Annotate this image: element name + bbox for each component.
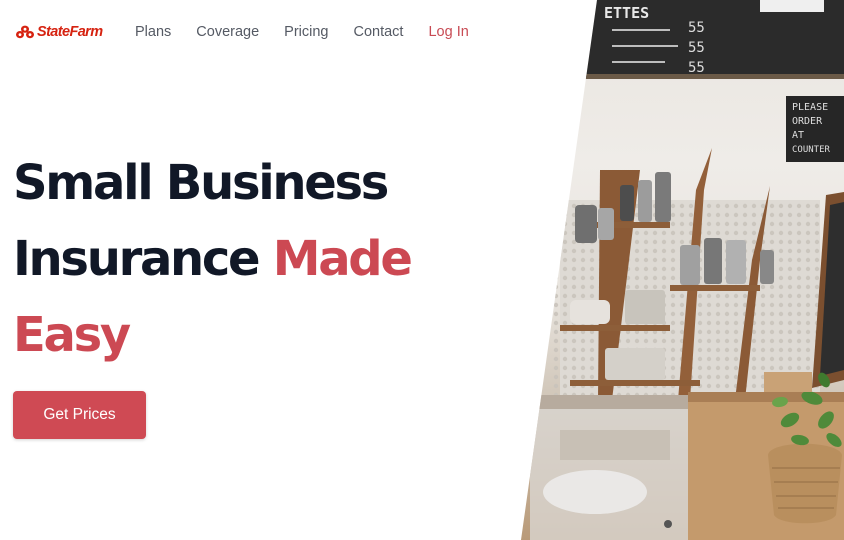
svg-text:ORDER: ORDER xyxy=(792,116,823,127)
nav-contact-link[interactable]: Contact xyxy=(353,24,403,40)
svg-text:PLEASE: PLEASE xyxy=(792,102,828,113)
brand-logo[interactable]: StateFarm xyxy=(15,24,103,40)
state-farm-ovals-icon xyxy=(16,25,34,39)
nav-plans-link[interactable]: Plans xyxy=(135,24,171,40)
nav-links: Plans Coverage Pricing Contact Log In xyxy=(135,24,494,40)
headline-line-1: Small Business xyxy=(13,155,389,211)
nav-coverage-link[interactable]: Coverage xyxy=(196,24,259,40)
headline-accent-made: Made xyxy=(272,231,413,287)
menu-board-title: ETTES xyxy=(604,4,649,22)
nav-pricing-link[interactable]: Pricing xyxy=(284,24,328,40)
menu-price-1: 55 xyxy=(688,20,705,36)
top-navigation: StateFarm Plans Coverage Pricing Contact… xyxy=(0,0,600,64)
headline-accent-easy: Easy xyxy=(13,307,131,363)
plant-basket xyxy=(768,443,842,524)
login-link[interactable]: Log In xyxy=(428,24,468,40)
brand-name: StateFarm xyxy=(37,24,103,40)
headline-line-2: Insurance xyxy=(13,231,261,287)
svg-text:AT: AT xyxy=(792,130,804,141)
menu-price-2: 55 xyxy=(688,40,705,56)
menu-price-3: 55 xyxy=(688,60,705,76)
svg-text:COUNTER: COUNTER xyxy=(792,145,831,155)
hero-headline: Small Business Insurance Made Easy xyxy=(13,145,533,373)
get-prices-button[interactable]: Get Prices xyxy=(13,391,146,439)
